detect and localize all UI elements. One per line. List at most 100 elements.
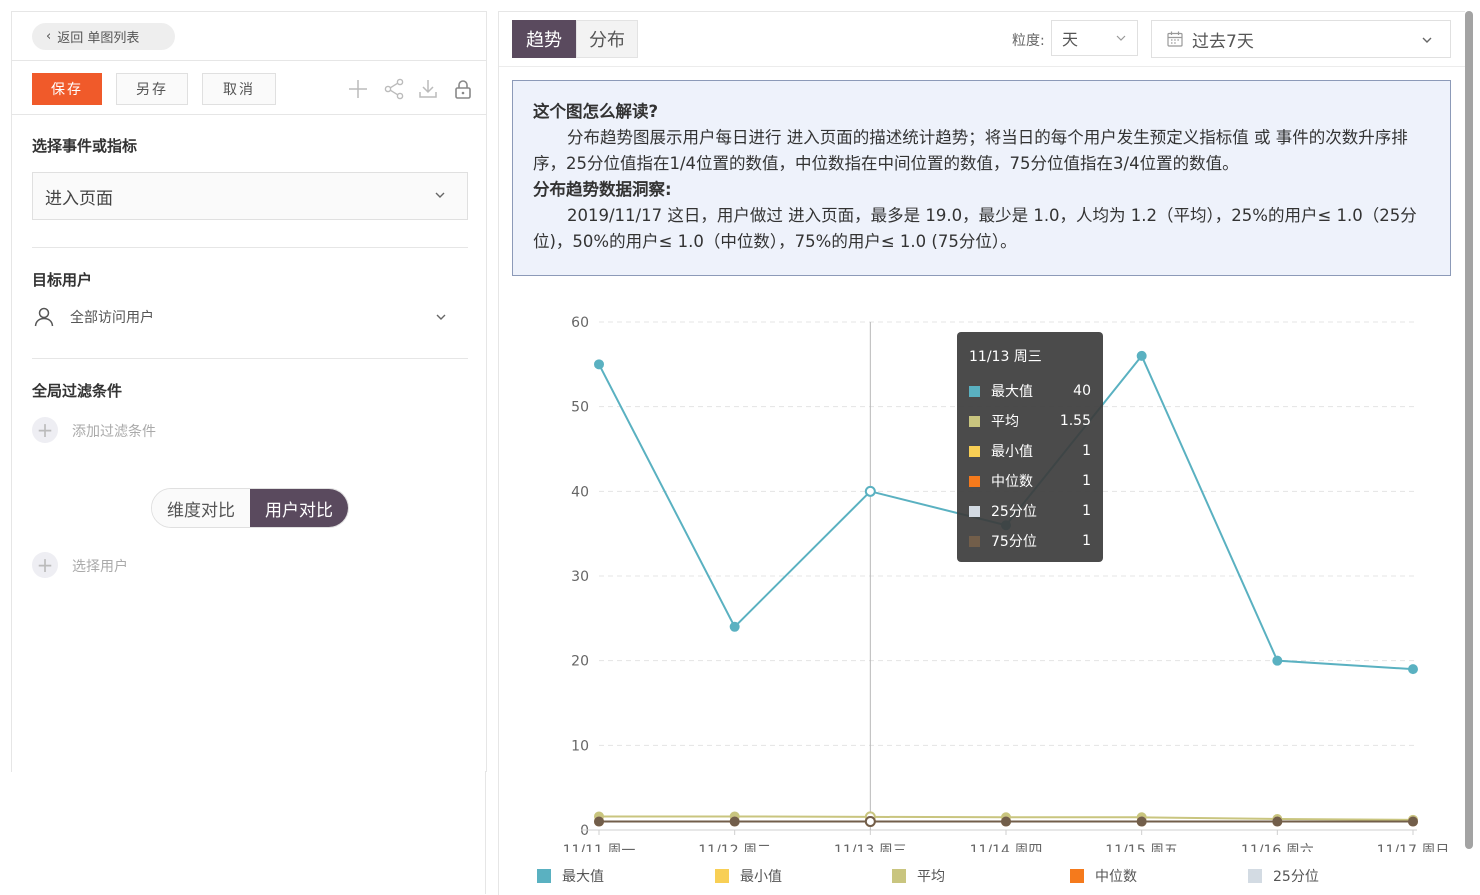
tooltip-series-value: 1.55	[1059, 413, 1091, 429]
select-user-label[interactable]: 选择用户	[72, 556, 128, 576]
divider	[12, 60, 486, 61]
legend-label: 中位数	[1095, 869, 1137, 885]
granularity-label: 粒度:	[1012, 33, 1045, 49]
event-select-value: 进入页面	[45, 188, 113, 209]
x-tick-label: 11/17 周日	[1377, 843, 1450, 852]
data-point[interactable]	[1408, 816, 1418, 827]
back-label: 返回 单图列表	[57, 31, 140, 46]
x-tick-label: 11/14 周四	[970, 843, 1043, 852]
divider	[32, 247, 468, 248]
chevron-down-icon	[436, 314, 446, 320]
add-icon[interactable]	[347, 78, 369, 100]
tooltip-series-value: 1	[1082, 473, 1091, 489]
legend-label: 平均	[917, 869, 945, 885]
back-to-list-button[interactable]: ‹ 返回 单图列表	[32, 23, 175, 50]
compare-toggle[interactable]: 维度对比 用户对比	[151, 488, 349, 528]
lock-icon[interactable]	[452, 78, 474, 100]
y-tick-label: 0	[580, 823, 589, 839]
insight-paragraph: 2019/11/17 这日，用户做过 进入页面，最多是 19.0，最少是 1.0…	[533, 206, 1417, 251]
granularity-select[interactable]: 天	[1051, 20, 1138, 56]
tooltip-row: 平均 1.55	[969, 406, 1091, 436]
user-compare-option[interactable]: 用户对比	[250, 489, 348, 527]
tooltip-series-name: 75分位	[991, 534, 1037, 550]
data-point[interactable]	[864, 485, 876, 497]
select-user-icon[interactable]: +	[32, 552, 58, 578]
save-button[interactable]: 保存	[32, 73, 102, 105]
add-filter-icon[interactable]: +	[32, 417, 58, 443]
tooltip-swatch	[969, 535, 980, 547]
chevron-down-icon	[1422, 37, 1432, 43]
y-tick-label: 30	[571, 569, 589, 585]
legend-item[interactable]: 25分位	[1248, 866, 1319, 886]
calendar-icon	[1167, 31, 1183, 47]
view-tabs: 趋势 分布	[512, 20, 638, 58]
data-point[interactable]	[1001, 816, 1011, 827]
tooltip-series-name: 最小值	[991, 444, 1033, 460]
legend-swatch	[892, 869, 906, 883]
tooltip-swatch	[969, 505, 980, 517]
y-tick-label: 40	[571, 484, 589, 500]
data-point[interactable]	[594, 816, 604, 827]
tooltip-row: 中位数 1	[969, 466, 1091, 496]
legend-item[interactable]: 最小值	[715, 866, 782, 886]
divider	[32, 358, 468, 359]
date-range-value: 过去7天	[1192, 31, 1254, 52]
x-tick-label: 11/13 周三	[834, 843, 907, 852]
chart-tooltip: 11/13 周三 最大值 40 平均 1.55 最小值 1 中位数 1 25分位 1 75分位 1	[957, 332, 1103, 562]
tooltip-series-value: 40	[1073, 383, 1091, 399]
data-point[interactable]	[594, 359, 604, 370]
tooltip-series-name: 25分位	[991, 504, 1037, 520]
share-icon[interactable]	[383, 78, 405, 100]
y-tick-label: 10	[571, 738, 589, 754]
tooltip-swatch	[969, 415, 980, 427]
legend-label: 25分位	[1273, 869, 1319, 885]
event-select[interactable]: 进入页面	[32, 172, 468, 220]
insight-heading: 分布趋势数据洞察:	[533, 180, 672, 199]
legend-swatch	[537, 869, 551, 883]
data-point[interactable]	[1408, 664, 1418, 675]
data-point[interactable]	[1272, 816, 1283, 827]
data-point[interactable]	[1136, 816, 1147, 827]
legend-swatch	[1070, 869, 1084, 883]
data-point[interactable]	[1272, 655, 1283, 666]
chevron-down-icon	[1116, 35, 1126, 41]
legend-item[interactable]: 平均	[892, 866, 945, 886]
tooltip-row: 最大值 40	[969, 376, 1091, 406]
explanation-box: 这个图怎么解读? 分布趋势图展示用户每日进行 进入页面的描述统计趋势；将当日的每…	[512, 80, 1451, 276]
tooltip-series-name: 最大值	[991, 384, 1033, 400]
legend-swatch	[715, 869, 729, 883]
tooltip-series-value: 1	[1082, 443, 1091, 459]
save-as-button[interactable]: 另存	[116, 73, 188, 105]
target-user-value: 全部访问用户	[70, 310, 154, 326]
x-tick-label: 11/16 周六	[1241, 843, 1314, 852]
target-user-select[interactable]: 全部访问用户	[32, 302, 468, 332]
tooltip-series-name: 平均	[991, 414, 1019, 430]
data-point[interactable]	[1136, 350, 1147, 361]
tooltip-series-name: 中位数	[991, 474, 1033, 490]
add-filter-label[interactable]: 添加过滤条件	[72, 421, 156, 441]
tab-distribution[interactable]: 分布	[576, 20, 638, 58]
legend-item[interactable]: 中位数	[1070, 866, 1137, 886]
download-icon[interactable]	[417, 78, 439, 100]
tooltip-title: 11/13 周三	[969, 349, 1042, 365]
tooltip-series-value: 1	[1082, 533, 1091, 549]
date-range-select[interactable]: 过去7天	[1151, 20, 1451, 58]
legend-swatch	[1248, 869, 1262, 883]
tab-trend[interactable]: 趋势	[512, 20, 576, 58]
cancel-button[interactable]: 取消	[202, 73, 276, 105]
target-user-section-title: 目标用户	[32, 271, 93, 289]
dimension-compare-option[interactable]: 维度对比	[152, 489, 250, 527]
tooltip-swatch	[969, 385, 980, 397]
chevron-left-icon: ‹	[46, 29, 52, 44]
data-point[interactable]	[729, 816, 740, 827]
granularity-value: 天	[1062, 30, 1079, 49]
divider	[499, 66, 1465, 67]
legend-label: 最大值	[562, 869, 604, 885]
legend-item[interactable]: 最大值	[537, 866, 604, 886]
y-tick-label: 20	[571, 654, 589, 670]
vertical-scrollbar[interactable]	[1465, 11, 1473, 849]
data-point[interactable]	[864, 816, 876, 828]
tooltip-swatch	[969, 445, 980, 457]
legend-label: 最小值	[740, 869, 782, 885]
data-point[interactable]	[729, 621, 740, 632]
